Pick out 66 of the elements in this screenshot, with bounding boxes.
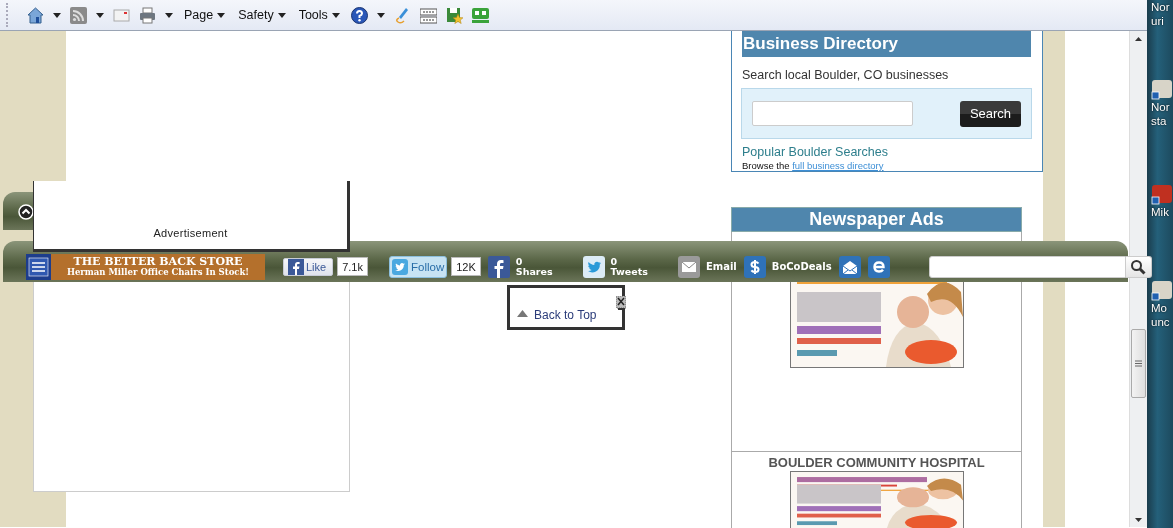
menu-button[interactable]: Tools xyxy=(296,8,342,22)
desktop-icon-label[interactable]: Nor xyxy=(1151,100,1170,114)
close-icon[interactable] xyxy=(616,296,626,310)
scroll-up-icon[interactable] xyxy=(1135,37,1142,41)
caret-icon[interactable] xyxy=(277,12,286,18)
desktop-icon[interactable] xyxy=(1151,78,1173,100)
envelope-icon[interactable] xyxy=(838,255,861,278)
search-field[interactable] xyxy=(928,255,1126,278)
pen-icon[interactable] xyxy=(393,6,411,24)
caret-icon[interactable] xyxy=(96,12,104,18)
desktop-icon[interactable] xyxy=(1151,279,1173,301)
share-count: 0 xyxy=(610,256,619,267)
search-prompt: Search local Boulder, CO businesses xyxy=(742,68,950,82)
bird-icon[interactable] xyxy=(582,255,605,278)
search-field[interactable] xyxy=(752,101,913,126)
desktop-icon-label[interactable]: unc xyxy=(1151,315,1170,329)
desktop-icon-label[interactable]: uri xyxy=(1151,14,1164,28)
store-logo-icon[interactable] xyxy=(26,253,51,280)
caret-icon[interactable] xyxy=(165,12,173,18)
share-label[interactable]: Email xyxy=(705,261,737,272)
printer-icon[interactable] xyxy=(139,6,156,24)
dollar-icon[interactable] xyxy=(743,255,766,278)
scrollbar[interactable] xyxy=(1129,31,1147,527)
ad-label: Advertisement xyxy=(153,227,228,239)
keyboard-icon[interactable] xyxy=(419,6,437,24)
caret-icon[interactable] xyxy=(376,12,385,18)
collapse-icon[interactable] xyxy=(18,204,34,220)
menu-button[interactable]: Page xyxy=(182,8,228,22)
desktop-icon-label[interactable]: Nor xyxy=(1151,0,1170,14)
section-title: Newspaper Ads xyxy=(731,207,1022,232)
follower-count: 12K xyxy=(451,257,481,276)
caret-icon[interactable] xyxy=(217,12,226,18)
up-triangle-icon[interactable] xyxy=(517,310,528,317)
help-icon[interactable] xyxy=(350,6,368,24)
caret-icon[interactable] xyxy=(331,12,340,18)
panel-title: Business Directory xyxy=(742,31,1031,57)
bird-icon[interactable] xyxy=(392,258,408,275)
facebook-icon[interactable] xyxy=(487,255,510,278)
directory-link[interactable]: full business directory xyxy=(792,160,884,171)
menu-button[interactable]: Safety xyxy=(236,8,288,22)
share-label: Shares xyxy=(515,266,553,277)
desktop-icon-label[interactable]: Mo xyxy=(1151,301,1167,315)
feed-icon[interactable] xyxy=(70,6,87,24)
scroll-down-icon[interactable] xyxy=(1135,518,1142,522)
back-to-top-button[interactable]: Back to Top xyxy=(507,285,625,330)
share-label: Tweets xyxy=(610,266,648,277)
ad-banner[interactable]: THE BETTER BACK STORE Herman Miller Office Chairs In Stock! xyxy=(51,253,265,280)
scroll-thumb[interactable] xyxy=(1131,329,1146,398)
mail-icon[interactable] xyxy=(677,255,700,278)
search-button[interactable]: Search xyxy=(960,100,1021,127)
follow-button[interactable]: Follow xyxy=(389,255,448,278)
popular-searches-link[interactable]: Popular Boulder Searches xyxy=(742,145,1042,159)
share-label[interactable]: BoCoDeals xyxy=(771,261,832,272)
home-icon[interactable] xyxy=(27,6,44,24)
browse-sentence: Browse the full business directory xyxy=(742,160,885,171)
e-icon[interactable] xyxy=(867,255,890,278)
app-icon[interactable] xyxy=(471,6,489,24)
like-count: 7.1k xyxy=(337,257,368,276)
ad-heading: BOULDER COMMUNITY HOSPITAL xyxy=(768,455,985,470)
desktop-icon-label[interactable]: sta xyxy=(1151,114,1167,128)
caret-icon[interactable] xyxy=(53,12,61,18)
like-button[interactable]: Like xyxy=(283,257,334,276)
desktop-icon[interactable] xyxy=(1151,183,1173,205)
desktop-icon-label[interactable]: Mik xyxy=(1151,205,1169,219)
share-count: 0 xyxy=(515,256,524,267)
facebook-icon[interactable] xyxy=(288,258,304,275)
